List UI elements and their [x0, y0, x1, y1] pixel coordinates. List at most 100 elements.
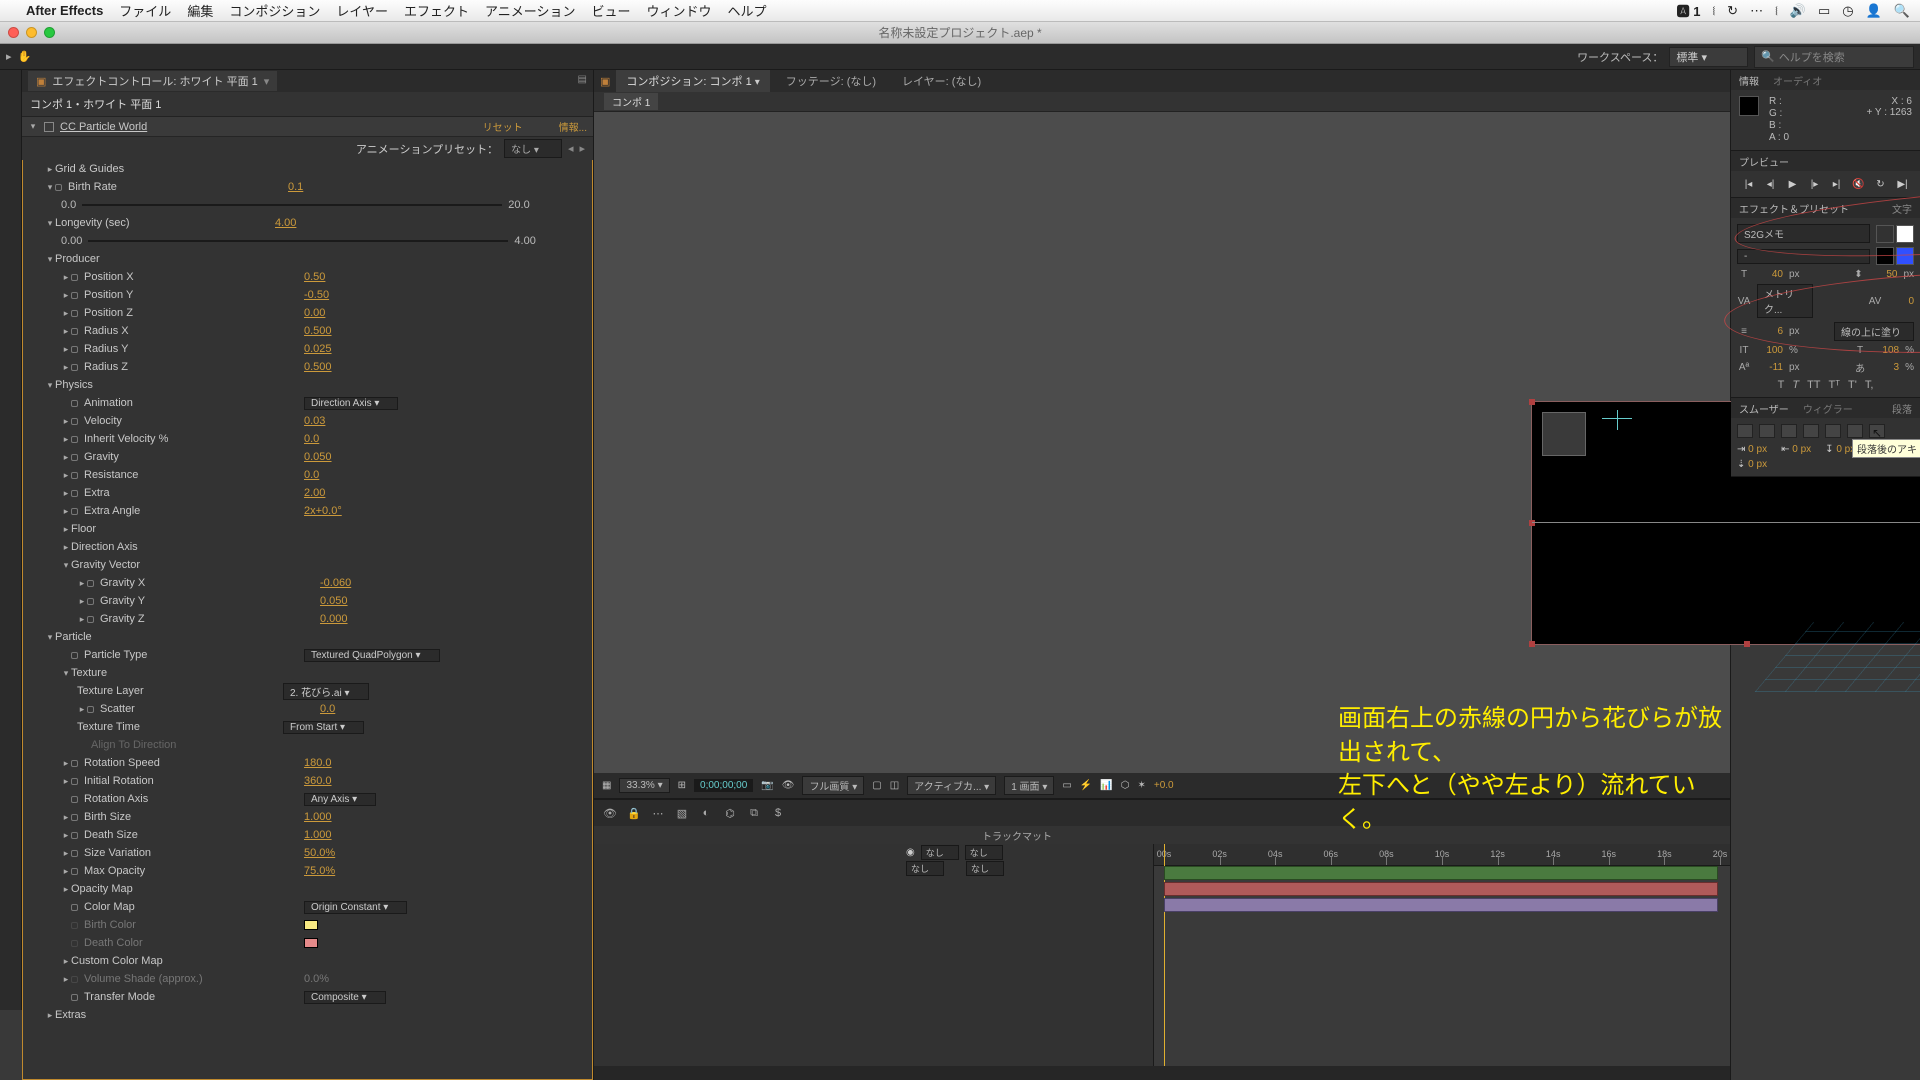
- param-particle[interactable]: Particle: [55, 631, 92, 643]
- mode-dropdown[interactable]: なし: [921, 845, 959, 860]
- show-snapshot-icon[interactable]: 👁: [782, 780, 795, 791]
- align-center-icon[interactable]: [1759, 424, 1775, 438]
- sync-icon[interactable]: ↻: [1727, 3, 1738, 19]
- param-extras[interactable]: Extras: [55, 1009, 86, 1021]
- font-size-value[interactable]: 40: [1757, 269, 1783, 280]
- param-floor[interactable]: Floor: [71, 523, 96, 535]
- workspace-dropdown[interactable]: 標準 ▾: [1669, 47, 1748, 67]
- svar-value[interactable]: 50.0%: [304, 847, 335, 859]
- tool-selection-icon[interactable]: ▸: [6, 50, 12, 63]
- mute-icon[interactable]: 🔇: [1852, 177, 1866, 191]
- minimize-icon[interactable]: [26, 27, 37, 38]
- reset-exposure-icon[interactable]: ✶: [1137, 780, 1145, 791]
- eye-icon[interactable]: 👁: [602, 805, 618, 821]
- ptype-dropdown[interactable]: Textured QuadPolygon ▾: [304, 649, 440, 662]
- user-icon[interactable]: 👤: [1866, 3, 1882, 19]
- exposure-value[interactable]: +0.0: [1154, 780, 1174, 791]
- zoom-icon[interactable]: [44, 27, 55, 38]
- layer-bar-2[interactable]: [1164, 898, 1718, 912]
- roi-icon[interactable]: ▢: [872, 780, 881, 791]
- mode-dropdown[interactable]: なし: [906, 861, 944, 876]
- menu-effect[interactable]: エフェクト: [404, 1, 469, 20]
- close-icon[interactable]: [8, 27, 19, 38]
- preset-dropdown[interactable]: なし ▾: [504, 139, 562, 158]
- maxop-value[interactable]: 75.0%: [304, 865, 335, 877]
- traffic-lights[interactable]: [8, 27, 55, 38]
- stopwatch-icon[interactable]: [71, 832, 78, 839]
- zoom-dropdown[interactable]: 33.3% ▾: [619, 778, 669, 793]
- justify-center-icon[interactable]: [1825, 424, 1841, 438]
- tab-wiggler[interactable]: ウィグラー: [1803, 401, 1853, 416]
- effect-name[interactable]: CC Particle World: [60, 121, 147, 133]
- texlayer-dropdown[interactable]: 2. 花びら.ai ▾: [283, 683, 369, 700]
- effect-name-row[interactable]: ▾ CC Particle World リセット 情報...: [22, 117, 593, 137]
- tsume-value[interactable]: 3: [1873, 362, 1899, 373]
- adobe-icon[interactable]: 🅰 1: [1677, 1, 1701, 20]
- twirl-icon[interactable]: ▾: [45, 182, 55, 193]
- menu-animation[interactable]: アニメーション: [485, 1, 575, 20]
- menu-layer[interactable]: レイヤー: [336, 1, 388, 20]
- tab-footage[interactable]: フッテージ: (なし): [776, 70, 886, 92]
- posz-value[interactable]: 0.00: [304, 307, 325, 319]
- initrot-value[interactable]: 360.0: [304, 775, 332, 787]
- rotspd-value[interactable]: 180.0: [304, 757, 332, 769]
- preset-prev-icon[interactable]: ◂: [568, 142, 574, 155]
- time-ruler[interactable]: 00s02s04s06s08s10s12s14s16s18s20s: [1154, 844, 1730, 866]
- stopwatch-icon[interactable]: [87, 706, 94, 713]
- baseline-value[interactable]: -11: [1757, 362, 1783, 373]
- indent-right-value[interactable]: 0 px: [1792, 444, 1811, 455]
- timeline-scrollbar[interactable]: [594, 1066, 1730, 1080]
- param-texture[interactable]: Texture: [71, 667, 107, 679]
- inherit-value[interactable]: 0.0: [304, 433, 319, 445]
- textime-dropdown[interactable]: From Start ▾: [283, 721, 364, 734]
- tab-paragraph[interactable]: 段落: [1892, 401, 1912, 416]
- timeline-tracks[interactable]: 00s02s04s06s08s10s12s14s16s18s20s: [1154, 844, 1730, 1066]
- resistance-value[interactable]: 0.0: [304, 469, 319, 481]
- twirl-icon[interactable]: ▾: [45, 380, 55, 391]
- grid-icon[interactable]: ⊞: [678, 780, 686, 791]
- wifi2-icon[interactable]: ⧙: [1775, 3, 1778, 19]
- brain-icon[interactable]: ⌬: [722, 805, 738, 821]
- timeline-layers-tree[interactable]: ◉ なし なし なし なし: [594, 844, 1154, 1066]
- rady-value[interactable]: 0.025: [304, 343, 332, 355]
- tab-preview[interactable]: プレビュー: [1739, 154, 1789, 169]
- menu-file[interactable]: ファイル: [119, 1, 171, 20]
- param-ccmap[interactable]: Custom Color Map: [71, 955, 163, 967]
- trackmat-dropdown[interactable]: なし: [965, 845, 1003, 860]
- gz-value[interactable]: 0.000: [320, 613, 348, 625]
- stopwatch-icon[interactable]: [71, 454, 78, 461]
- next-frame-icon[interactable]: |▸: [1808, 177, 1822, 191]
- trackmat-dropdown[interactable]: なし: [966, 861, 1004, 876]
- fast-preview-icon[interactable]: ⚡: [1080, 780, 1092, 791]
- transparency-icon[interactable]: ◫: [890, 780, 899, 791]
- stopwatch-icon[interactable]: [71, 418, 78, 425]
- camera-dropdown[interactable]: アクティブカ... ▾: [907, 776, 996, 795]
- info-button[interactable]: 情報...: [559, 119, 587, 134]
- stopwatch-icon[interactable]: [55, 184, 62, 191]
- stopwatch-icon[interactable]: [71, 490, 78, 497]
- param-direction-axis[interactable]: Direction Axis: [71, 541, 138, 553]
- space-after-value[interactable]: 0 px: [1748, 459, 1767, 470]
- tab-smoother[interactable]: スムーザー: [1739, 401, 1789, 416]
- project-panel-strip[interactable]: [0, 70, 22, 1010]
- tab-info[interactable]: 情報: [1739, 73, 1759, 88]
- motion-blur-icon[interactable]: ◐: [698, 805, 714, 821]
- stopwatch-icon[interactable]: [71, 328, 78, 335]
- spotlight-icon[interactable]: 🔍: [1894, 3, 1910, 19]
- stopwatch-icon[interactable]: [71, 310, 78, 317]
- layer-bar-1[interactable]: [1164, 882, 1718, 896]
- stopwatch-icon[interactable]: [71, 400, 78, 407]
- last-frame-icon[interactable]: ▸|: [1830, 177, 1844, 191]
- paragraph-align-row[interactable]: [1737, 424, 1914, 438]
- birth-rate-value[interactable]: 0.1: [288, 181, 303, 193]
- table-row[interactable]: なし なし: [594, 860, 1153, 876]
- radx-value[interactable]: 0.500: [304, 325, 332, 337]
- help-search[interactable]: 🔍 ヘルプを検索: [1754, 46, 1914, 68]
- tab-audio[interactable]: オーディオ: [1773, 73, 1822, 88]
- stopwatch-icon[interactable]: [71, 904, 78, 911]
- ram-preview-icon[interactable]: ▶|: [1896, 177, 1910, 191]
- longevity-value[interactable]: 4.00: [275, 217, 296, 229]
- menu-composition[interactable]: コンポジション: [229, 1, 320, 20]
- align-left-icon[interactable]: [1737, 424, 1753, 438]
- birth-color-swatch[interactable]: [304, 920, 318, 930]
